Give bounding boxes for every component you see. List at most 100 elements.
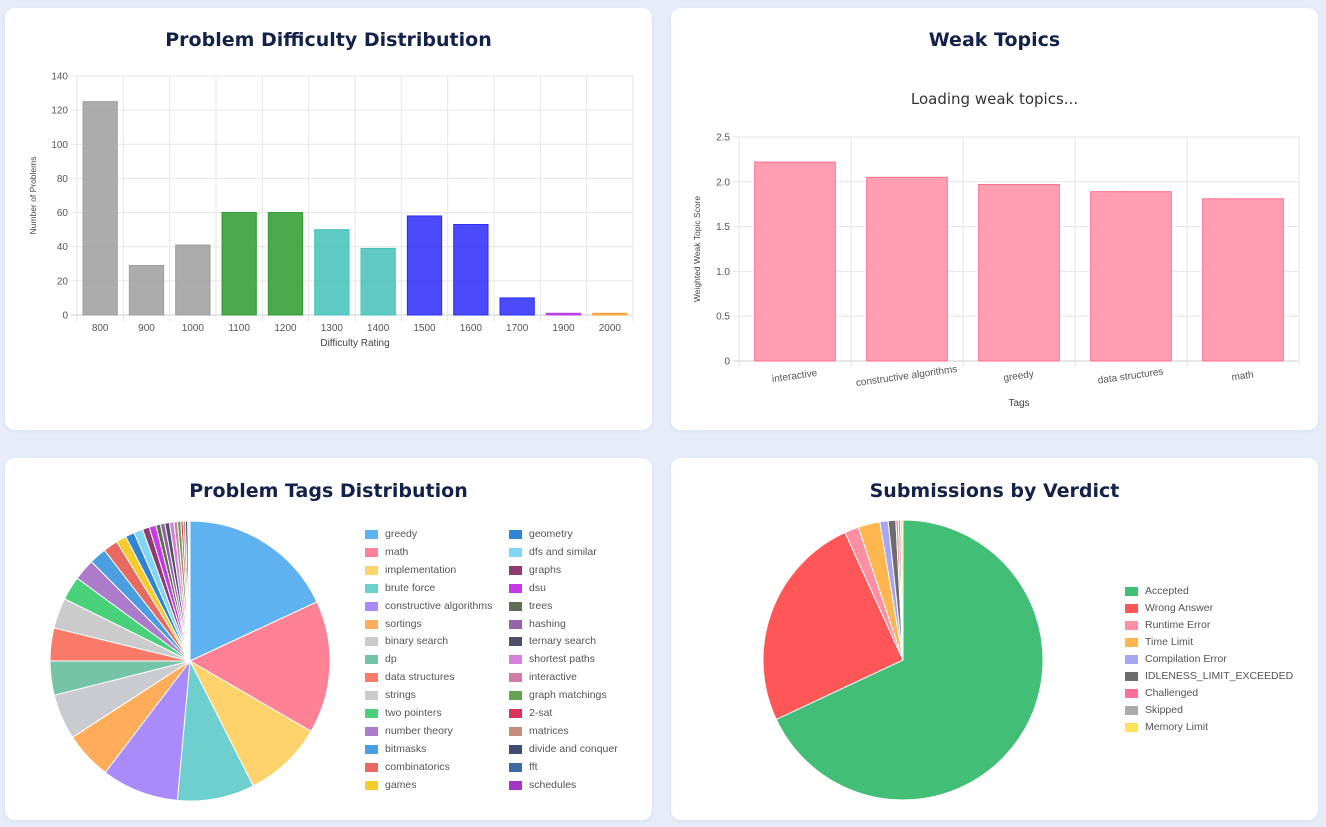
y-axis-title: Number of Problems (28, 157, 38, 235)
x-tick-label: 1900 (552, 323, 575, 334)
legend-label: constructive algorithms (385, 599, 493, 612)
tags-card: Problem Tags Distribution greedy math impl… (5, 458, 652, 820)
legend-label: sortings (385, 617, 422, 630)
bar-data-structures (1090, 191, 1172, 362)
bar-interactive (754, 161, 836, 362)
bar-1000 (175, 244, 211, 316)
legend-swatch (365, 619, 378, 629)
legend-label: dsu (529, 581, 546, 594)
verdicts-card: Submissions by Verdict Accepted Wrong Ans… (671, 458, 1318, 820)
legend-swatch (1125, 638, 1138, 647)
legend-swatch (365, 709, 378, 718)
legend-label: Compilation Error (1145, 653, 1227, 665)
legend-label: Skipped (1145, 704, 1183, 716)
x-tick-label: 1100 (228, 323, 250, 334)
bar-1300 (314, 229, 350, 316)
legend-label: two pointers (385, 707, 442, 719)
legend-swatch (365, 601, 378, 611)
bar-1100 (221, 212, 257, 316)
legend-swatch (1125, 706, 1138, 715)
y-tick-label: 60 (57, 208, 69, 219)
bar-1900 (545, 312, 582, 316)
legend-swatch (509, 565, 522, 575)
y-tick-label: 2.0 (716, 177, 730, 188)
legend-swatch (509, 530, 522, 539)
y-tick-label: 140 (51, 72, 68, 83)
legend-swatch (509, 726, 522, 736)
legend-swatch (365, 762, 378, 772)
x-axis-title: Tags (1008, 398, 1029, 409)
legend-label: divide and conquer (529, 742, 618, 755)
x-tick-label: 1500 (413, 323, 436, 334)
x-tick-label: 1400 (367, 323, 390, 334)
legend-label: graph matchings (529, 689, 607, 702)
legend-swatch (1125, 587, 1138, 596)
legend-label: math (385, 545, 409, 558)
legend-label: interactive (529, 671, 577, 684)
bar-800 (82, 101, 118, 316)
y-tick-label: 100 (51, 140, 68, 151)
y-tick-label: 20 (57, 276, 69, 287)
y-tick-label: 0 (62, 311, 68, 322)
legend-label: dp (385, 653, 397, 666)
bar-1600 (453, 224, 489, 316)
x-tick-label: interactive (771, 368, 818, 385)
legend-label: matrices (529, 724, 569, 737)
legend-swatch (1125, 689, 1138, 698)
legend-swatch (509, 780, 522, 790)
bar-1400 (360, 247, 396, 316)
weak-topics-chart: 0 0.5 1.0 1.5 2.0 2.5 interactive constructive … (692, 133, 1300, 409)
legend-label: fft (529, 760, 538, 773)
legend-swatch (509, 673, 522, 683)
weak-topics-card: Weak Topics Loading weak topics... 0 0.5 1… (671, 8, 1318, 430)
legend-swatch (365, 655, 378, 665)
legend-label: bitmasks (385, 742, 427, 755)
bar-1500 (406, 215, 443, 316)
difficulty-chart: 0 20 40 60 80 100 120 140 800 900 1000 1100 1200 1300… (28, 72, 634, 349)
legend-label: schedules (529, 778, 577, 791)
y-tick-label: 40 (57, 242, 69, 253)
legend-label: strings (385, 689, 416, 702)
verdicts-legend: Accepted Wrong Answer Runtime Error Time Li… (1125, 585, 1315, 746)
bar-900 (128, 264, 165, 316)
legend-label: IDLENESS_LIMIT_EXCEEDED (1145, 670, 1294, 682)
legend-swatch (509, 709, 522, 718)
legend-swatch (509, 583, 522, 593)
y-tick-label: 2.5 (716, 133, 730, 144)
legend-label: shortest paths (529, 653, 595, 666)
legend-label: 2-sat (529, 707, 553, 719)
x-tick-label: math (1231, 370, 1255, 384)
y-tick-label: 1.0 (716, 267, 730, 278)
legend-swatch (1125, 723, 1138, 732)
y-tick-label: 0.5 (716, 312, 730, 323)
bar-greedy (978, 183, 1060, 362)
legend-swatch (509, 637, 522, 647)
x-tick-label: 1300 (321, 323, 344, 334)
legend-swatch (509, 744, 522, 754)
x-tick-label: 900 (138, 323, 155, 334)
legend-label: Wrong Answer (1145, 602, 1214, 614)
y-axis-title: Weighted Weak Topic Score (692, 196, 702, 303)
legend-swatch (365, 547, 378, 557)
bar-constructive-algorithms (866, 176, 948, 362)
legend-swatch (365, 673, 378, 683)
legend-label: data structures (385, 671, 455, 684)
legend-label: hashing (529, 617, 566, 630)
legend-label: dfs and similar (529, 545, 597, 558)
x-tick-label: 800 (92, 323, 109, 334)
x-tick-label: 1700 (506, 323, 529, 334)
legend-label: Challenged (1145, 687, 1199, 699)
x-tick-label: 1000 (182, 323, 205, 334)
legend-label: Accepted (1145, 585, 1189, 597)
bar-2000 (592, 312, 628, 316)
legend-swatch (1125, 655, 1138, 664)
y-tick-label: 120 (51, 106, 68, 117)
difficulty-card: Problem Difficulty Distribution 0 20 40 60 8… (5, 8, 652, 430)
legend-label: implementation (385, 563, 457, 576)
x-tick-label: 1600 (460, 323, 483, 334)
legend-label: brute force (385, 581, 436, 594)
legend-swatch (365, 691, 378, 701)
legend-label: Time Limit (1145, 636, 1194, 648)
legend-swatch (509, 762, 522, 772)
legend-label: geometry (529, 528, 573, 540)
